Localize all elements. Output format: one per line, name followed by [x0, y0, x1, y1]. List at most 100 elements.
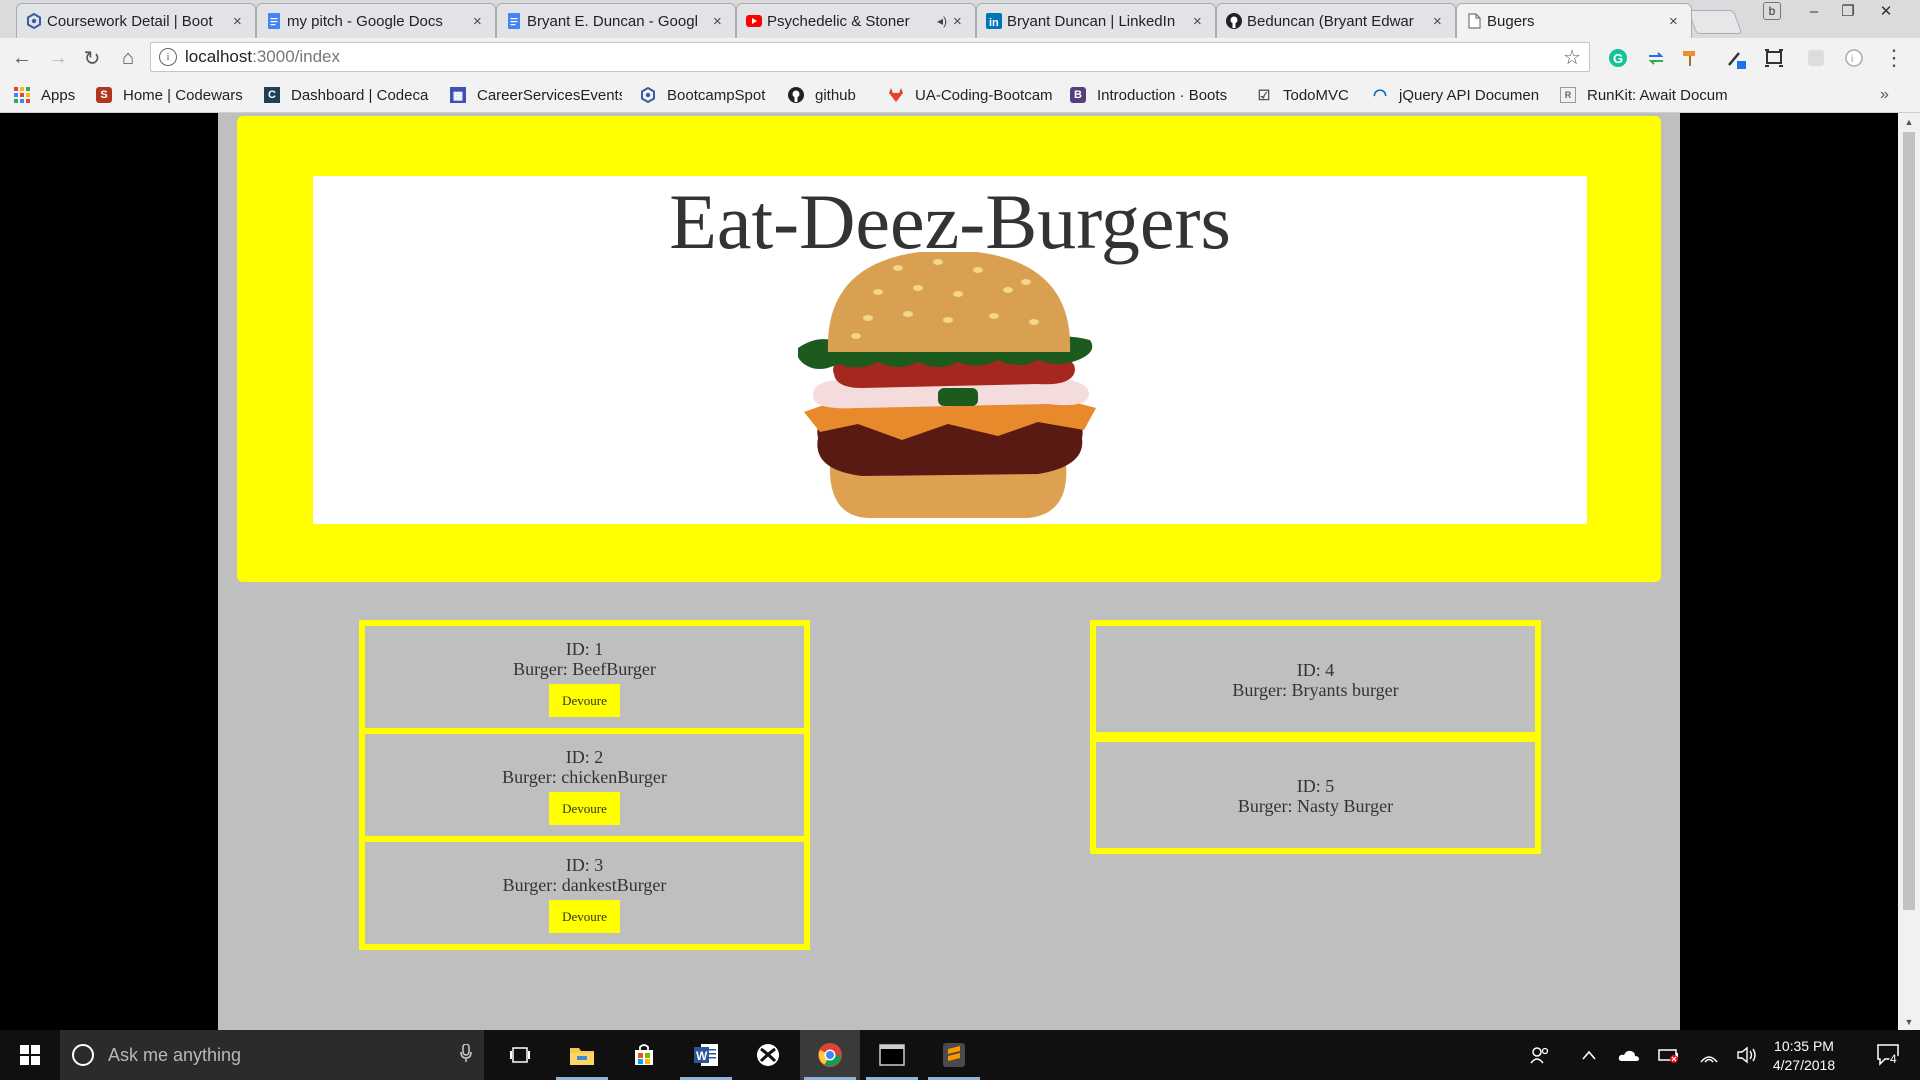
devoured-burgers-list: ID: 4 Burger: Bryants burger ID: 5 Burge… [1090, 620, 1541, 854]
clock-date: 4/27/2018 [1772, 1057, 1836, 1073]
profile-icon[interactable]: b [1758, 0, 1786, 22]
bookmark-careerservices[interactable]: ▦ CareerServicesEvents [450, 85, 622, 105]
tab-linkedin[interactable]: in Bryant Duncan | LinkedIn × [976, 3, 1216, 38]
bookmark-jquery[interactable]: ◠ jQuery API Documen [1372, 85, 1542, 105]
tab-label: Psychedelic & Stoner [767, 12, 910, 30]
bootcampspot-icon [640, 87, 656, 103]
bookmark-todomvc[interactable]: ☑ TodoMVC [1256, 85, 1360, 105]
bookmark-label: TodoMVC [1283, 86, 1349, 104]
burger-name: dankestBurger [561, 875, 667, 895]
close-icon[interactable]: × [1433, 13, 1447, 30]
burger-name-line: Burger: chickenBurger [365, 767, 804, 787]
burger-name: Nasty Burger [1297, 796, 1394, 816]
restore-icon[interactable]: ❐ [1834, 0, 1862, 22]
bookmark-star-icon[interactable]: ☆ [1563, 45, 1581, 70]
word-icon[interactable]: W [676, 1030, 736, 1080]
audio-playing-icon[interactable]: ◂) [937, 14, 947, 28]
terminal-icon[interactable] [862, 1030, 922, 1080]
paint-roller-icon[interactable] [1678, 46, 1702, 70]
chrome-icon[interactable] [800, 1030, 860, 1080]
home-icon[interactable]: ⌂ [114, 44, 142, 72]
volume-icon[interactable] [1732, 1030, 1762, 1080]
scrollbar-thumb[interactable] [1903, 132, 1915, 910]
vertical-scrollbar[interactable]: ▲ ▼ [1898, 113, 1920, 1030]
burger-name: BeefBurger [572, 659, 656, 679]
tab-label: Bryant E. Duncan - Googl [527, 12, 698, 30]
reload-icon[interactable]: ↻ [78, 44, 106, 72]
swap-extension-icon[interactable] [1644, 46, 1668, 70]
tab-bryant-doc[interactable]: Bryant E. Duncan - Googl × [496, 3, 736, 38]
sublime-text-icon[interactable] [924, 1030, 984, 1080]
tab-coursework[interactable]: Coursework Detail | Boot × [16, 3, 256, 38]
battery-warning-icon[interactable] [1654, 1030, 1684, 1080]
new-tab-button[interactable] [1687, 10, 1743, 34]
minimize-icon[interactable]: – [1800, 0, 1828, 22]
url-host: localhost [185, 47, 253, 66]
file-explorer-icon[interactable] [552, 1030, 612, 1080]
bookmark-apps[interactable]: Apps [14, 85, 75, 105]
bookmark-label: BootcampSpot [667, 86, 766, 104]
burger-name-line: Burger: Nasty Burger [1096, 796, 1535, 816]
bookmark-github[interactable]: github [788, 85, 880, 105]
scroll-up-icon[interactable]: ▲ [1898, 113, 1920, 130]
address-bar[interactable]: i localhost:3000/index ☆ [150, 42, 1590, 72]
system-clock[interactable]: 10:35 PM 4/27/2018 [1764, 1037, 1844, 1075]
back-icon[interactable]: ← [8, 44, 36, 72]
bookmark-bootstrap[interactable]: B Introduction · Boots [1070, 85, 1240, 105]
color-picker-icon[interactable] [1724, 46, 1748, 70]
scroll-down-icon[interactable]: ▼ [1898, 1013, 1920, 1030]
cortana-search-box[interactable]: Ask me anything [60, 1030, 484, 1080]
task-view-icon[interactable] [490, 1030, 550, 1080]
site-info-icon[interactable]: i [159, 48, 177, 66]
bookmark-runkit[interactable]: R RunKit: Await Docum [1560, 85, 1730, 105]
wifi-icon[interactable] [1694, 1030, 1724, 1080]
tab-bugers[interactable]: Bugers × [1456, 3, 1692, 38]
clock-time: 10:35 PM [1774, 1038, 1834, 1054]
chrome-menu-icon[interactable]: ⋮ [1882, 45, 1906, 70]
id-prefix: ID: [565, 747, 595, 767]
action-center-icon[interactable]: 4 [1866, 1030, 1912, 1080]
bookmark-ua-coding[interactable]: UA-Coding-Bootcam [888, 85, 1054, 105]
url-text[interactable]: localhost:3000/index [185, 47, 340, 67]
github-icon [788, 87, 804, 103]
burger-id-line: ID: 1 [365, 639, 804, 659]
bookmarks-overflow-icon[interactable]: » [1880, 85, 1889, 105]
forward-icon[interactable]: → [44, 44, 72, 72]
bookmark-codecademy[interactable]: C Dashboard | Codeca [264, 85, 434, 105]
devour-button[interactable]: Devoure [549, 792, 620, 825]
onedrive-icon[interactable] [1614, 1030, 1644, 1080]
people-icon[interactable] [1524, 1030, 1556, 1080]
close-icon[interactable]: × [953, 13, 967, 30]
devour-button[interactable]: Devoure [549, 684, 620, 717]
extension-circle-icon[interactable]: i [1842, 46, 1866, 70]
close-icon[interactable]: × [713, 13, 727, 30]
microphone-icon[interactable] [460, 1042, 472, 1067]
grammarly-icon[interactable]: G [1606, 46, 1630, 70]
burger-id: 4 [1325, 660, 1335, 680]
close-icon[interactable]: × [473, 13, 487, 30]
bookmark-codewars[interactable]: S Home | Codewars [96, 85, 256, 105]
tab-label: Beduncan (Bryant Edwar [1247, 12, 1414, 30]
bookmark-label: github [815, 86, 856, 104]
close-icon[interactable]: × [233, 13, 247, 30]
close-icon[interactable]: × [1193, 13, 1207, 30]
store-icon[interactable] [614, 1030, 674, 1080]
jquery-icon: ◠ [1373, 87, 1387, 104]
xbox-icon[interactable] [738, 1030, 798, 1080]
bookmark-bootcampspot[interactable]: BootcampSpot [640, 85, 776, 105]
extension-gray-icon[interactable] [1804, 46, 1828, 70]
burger-card: ID: 1 Burger: BeefBurger Devoure [359, 620, 810, 734]
tab-github[interactable]: Beduncan (Bryant Edwar × [1216, 3, 1456, 38]
screenshot-icon[interactable] [1762, 46, 1786, 70]
windows-start-icon[interactable] [0, 1030, 60, 1080]
page-icon [1466, 13, 1482, 29]
burger-card: ID: 2 Burger: chickenBurger Devoure [359, 728, 810, 842]
close-icon[interactable]: × [1669, 13, 1683, 30]
tab-my-pitch[interactable]: my pitch - Google Docs × [256, 3, 496, 38]
devour-button[interactable]: Devoure [549, 900, 620, 933]
tab-label: Bugers [1487, 12, 1535, 30]
window-close-icon[interactable]: ✕ [1872, 0, 1900, 22]
tab-psychedelic[interactable]: Psychedelic & Stoner ◂) × [736, 3, 976, 38]
show-hidden-icons-chevron-icon[interactable] [1574, 1030, 1604, 1080]
burger-id-line: ID: 3 [365, 855, 804, 875]
